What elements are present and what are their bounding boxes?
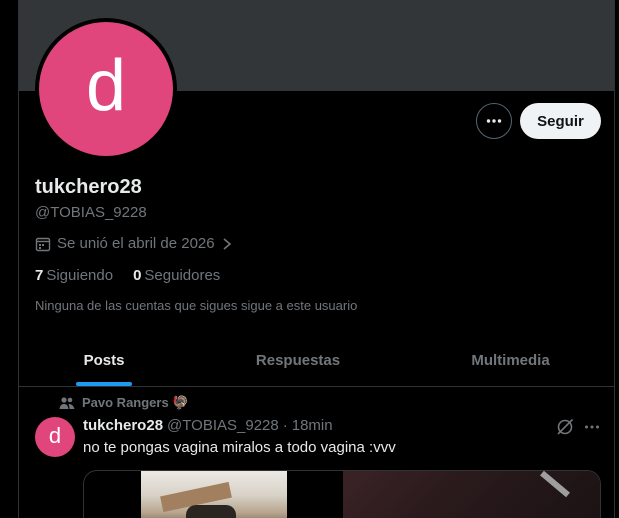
joined-text: Se unió el abril de 2026 [57,235,215,252]
post-media[interactable] [83,470,601,518]
tab-multimedia[interactable]: Multimedia [407,334,614,386]
profile-avatar-letter: d [39,22,173,156]
following-link[interactable]: 7 Siguiendo [35,267,113,284]
tab-respuestas[interactable]: Respuestas [189,334,407,386]
joined-date[interactable]: Se unió el abril de 2026 [35,235,233,252]
profile-avatar[interactable]: d [35,18,177,160]
community-name: Pavo Rangers 🦃 [82,395,189,410]
community-icon [59,397,75,409]
image-2-detail [540,471,570,498]
chevron-right-icon [223,237,231,250]
more-options-button[interactable] [476,103,512,139]
profile-tabs: Posts Respuestas Multimedia [19,334,614,387]
profile-name: tukchero28 [35,176,142,198]
more-icon [486,119,502,123]
following-label: Siguiendo [46,267,114,284]
mutual-followers-note: Ninguna de las cuentas que sigues sigue … [35,298,358,313]
column-border-right [614,0,615,518]
post-header: tukchero28 @TOBIAS_9228 · 18min [83,417,333,434]
post-media-image-2[interactable] [343,471,600,518]
followers-count: 0 [133,267,142,284]
post-author-handle[interactable]: @TOBIAS_9228 [167,417,279,434]
post-author-avatar[interactable]: d [35,417,75,457]
post-time[interactable]: 18min [292,417,333,434]
profile-handle: @TOBIAS_9228 [35,204,147,221]
grok-icon[interactable] [556,418,574,436]
follow-button[interactable]: Seguir [520,103,601,139]
image-1-detail-2 [186,505,236,518]
post-more-icon[interactable] [583,418,601,436]
post-text: no te pongas vagina miralos a todo vagin… [83,439,396,456]
calendar-icon [35,237,51,251]
followers-link[interactable]: 0 Seguidores [133,267,220,284]
post-community-context[interactable]: Pavo Rangers 🦃 [59,395,189,411]
post-media-image-1[interactable] [141,471,287,518]
following-count: 7 [35,267,44,284]
post-separator: · [282,417,288,434]
post-author-name[interactable]: tukchero28 [83,417,163,434]
tab-posts[interactable]: Posts [19,334,189,386]
follow-stats: 7 Siguiendo 0 Seguidores [35,267,220,284]
followers-label: Seguidores [144,267,221,284]
